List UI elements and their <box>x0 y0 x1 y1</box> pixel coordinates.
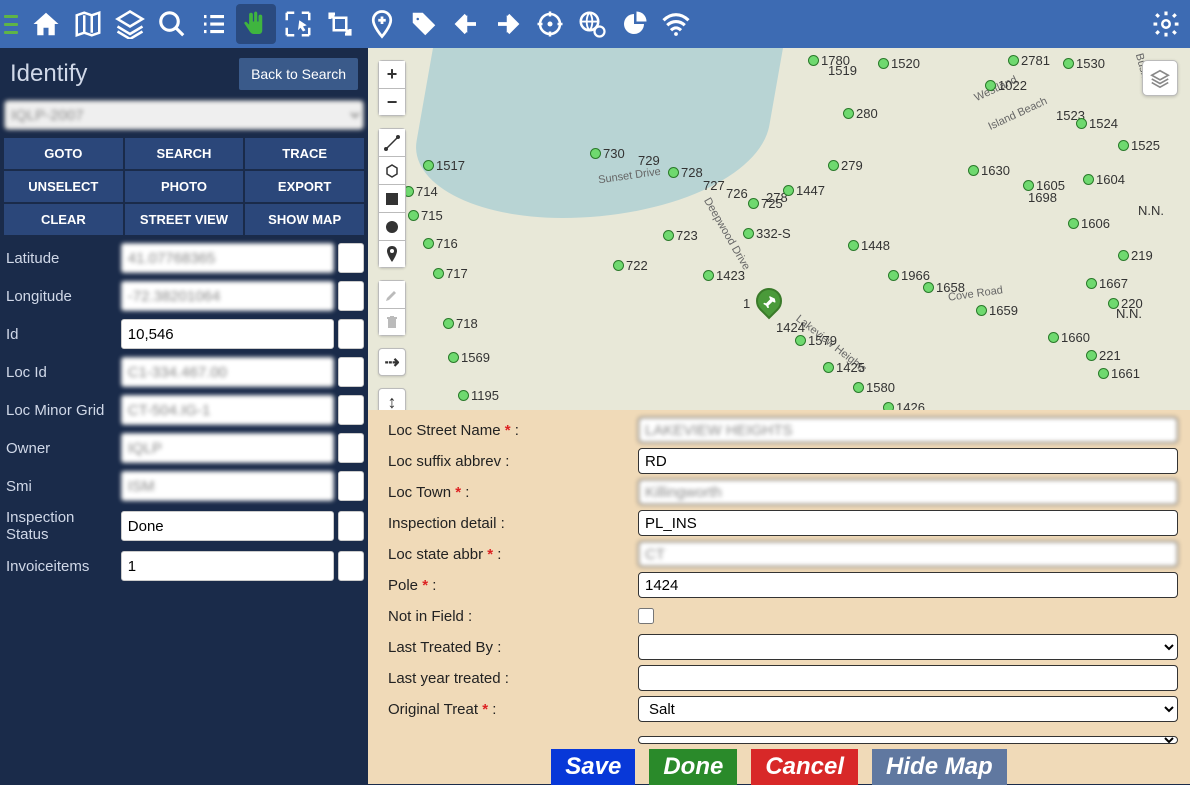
showmap-button[interactable]: SHOW MAP <box>245 204 364 235</box>
clear-button[interactable]: CLEAR <box>4 204 123 235</box>
search-button[interactable]: SEARCH <box>125 138 244 169</box>
grid-aux[interactable] <box>338 395 364 425</box>
layer-select[interactable]: IQLP-2007 <box>4 100 364 130</box>
wifi-icon[interactable] <box>656 4 696 44</box>
latitude-label: Latitude <box>4 250 117 267</box>
tag-icon[interactable] <box>404 4 444 44</box>
street-label: Loc Street Name * : <box>388 422 638 439</box>
extra-select[interactable] <box>638 736 1178 744</box>
map-marker[interactable] <box>756 288 784 324</box>
rotate-icon[interactable] <box>320 4 360 44</box>
grid-field[interactable] <box>121 395 334 425</box>
nif-checkbox[interactable] <box>638 608 654 624</box>
id-field[interactable] <box>121 319 334 349</box>
layers-toggle-icon[interactable] <box>1142 60 1178 96</box>
lastyr-label: Last year treated : <box>388 670 638 687</box>
owner-label: Owner <box>4 440 117 457</box>
status-aux[interactable] <box>338 511 364 541</box>
page-title: Identify <box>10 60 87 88</box>
smi-label: Smi <box>4 478 117 495</box>
state-field[interactable] <box>638 541 1178 567</box>
zoom-in-button[interactable]: + <box>378 60 406 88</box>
suffix-label: Loc suffix abbrev : <box>388 453 638 470</box>
draw-rect-button[interactable] <box>378 184 406 212</box>
crosshair-icon[interactable] <box>530 4 570 44</box>
pole-field[interactable] <box>638 572 1178 598</box>
origtreat-select[interactable]: Salt <box>638 696 1178 722</box>
inspdetail-field[interactable] <box>638 510 1178 536</box>
home-icon[interactable] <box>26 4 66 44</box>
hidemap-button[interactable]: Hide Map <box>872 749 1007 785</box>
draw-circle-button[interactable] <box>378 212 406 240</box>
invoice-label: Invoiceitems <box>4 558 117 575</box>
inspdetail-label: Inspection detail : <box>388 515 638 532</box>
origtreat-label: Original Treat * : <box>388 701 638 718</box>
latitude-aux[interactable] <box>338 243 364 273</box>
suffix-field[interactable] <box>638 448 1178 474</box>
expand-v-button[interactable]: ↕ <box>378 388 406 410</box>
delete-button <box>378 308 406 336</box>
longitude-label: Longitude <box>4 288 117 305</box>
chart-icon[interactable] <box>614 4 654 44</box>
owner-aux[interactable] <box>338 433 364 463</box>
locid-label: Loc Id <box>4 364 117 381</box>
longitude-aux[interactable] <box>338 281 364 311</box>
settings-icon[interactable] <box>1146 4 1186 44</box>
lastby-select[interactable] <box>638 634 1178 660</box>
lastyr-field[interactable] <box>638 665 1178 691</box>
search-icon[interactable] <box>152 4 192 44</box>
draw-point-button[interactable] <box>378 240 406 268</box>
streetview-button[interactable]: STREET VIEW <box>125 204 244 235</box>
export-button[interactable]: EXPORT <box>245 171 364 202</box>
back-arrow-icon[interactable] <box>446 4 486 44</box>
layers-icon[interactable] <box>110 4 150 44</box>
expand-h-button[interactable]: ⇢ <box>378 348 406 376</box>
road-beach: Island Beach <box>986 95 1049 133</box>
smi-aux[interactable] <box>338 471 364 501</box>
status-field[interactable] <box>121 511 334 541</box>
grid-label: Loc Minor Grid <box>4 402 117 419</box>
list-icon[interactable] <box>194 4 234 44</box>
locid-aux[interactable] <box>338 357 364 387</box>
zoom-out-button[interactable]: − <box>378 88 406 116</box>
trace-button[interactable]: TRACE <box>245 138 364 169</box>
nif-label: Not in Field : <box>388 608 638 625</box>
town-field[interactable] <box>638 479 1178 505</box>
street-field[interactable] <box>638 417 1178 443</box>
status-label: Inspection Status <box>4 509 117 543</box>
forward-arrow-icon[interactable] <box>488 4 528 44</box>
pole-label: Pole * : <box>388 577 638 594</box>
unselect-button[interactable]: UNSELECT <box>4 171 123 202</box>
owner-field[interactable] <box>121 433 334 463</box>
latitude-field[interactable] <box>121 243 334 273</box>
menu-icon[interactable] <box>4 4 18 44</box>
map-canvas[interactable]: Sunset Drive Deepwood Drive Cove Road La… <box>368 48 1190 410</box>
add-pin-icon[interactable] <box>362 4 402 44</box>
cancel-button[interactable]: Cancel <box>751 749 858 785</box>
lastby-label: Last Treated By : <box>388 639 638 656</box>
smi-field[interactable] <box>121 471 334 501</box>
id-label: Id <box>4 326 117 343</box>
draw-line-button[interactable] <box>378 128 406 156</box>
map-icon[interactable] <box>68 4 108 44</box>
edit-button <box>378 280 406 308</box>
town-label: Loc Town * : <box>388 484 638 501</box>
invoice-field[interactable] <box>121 551 334 581</box>
pan-icon[interactable] <box>236 4 276 44</box>
locid-field[interactable] <box>121 357 334 387</box>
gear-globe-icon[interactable] <box>572 4 612 44</box>
state-label: Loc state abbr * : <box>388 546 638 563</box>
save-button[interactable]: Save <box>551 749 635 785</box>
longitude-field[interactable] <box>121 281 334 311</box>
id-aux[interactable] <box>338 319 364 349</box>
photo-button[interactable]: PHOTO <box>125 171 244 202</box>
done-button[interactable]: Done <box>649 749 737 785</box>
draw-polygon-button[interactable] <box>378 156 406 184</box>
select-icon[interactable] <box>278 4 318 44</box>
goto-button[interactable]: GOTO <box>4 138 123 169</box>
invoice-aux[interactable] <box>338 551 364 581</box>
back-to-search-button[interactable]: Back to Search <box>239 58 358 90</box>
